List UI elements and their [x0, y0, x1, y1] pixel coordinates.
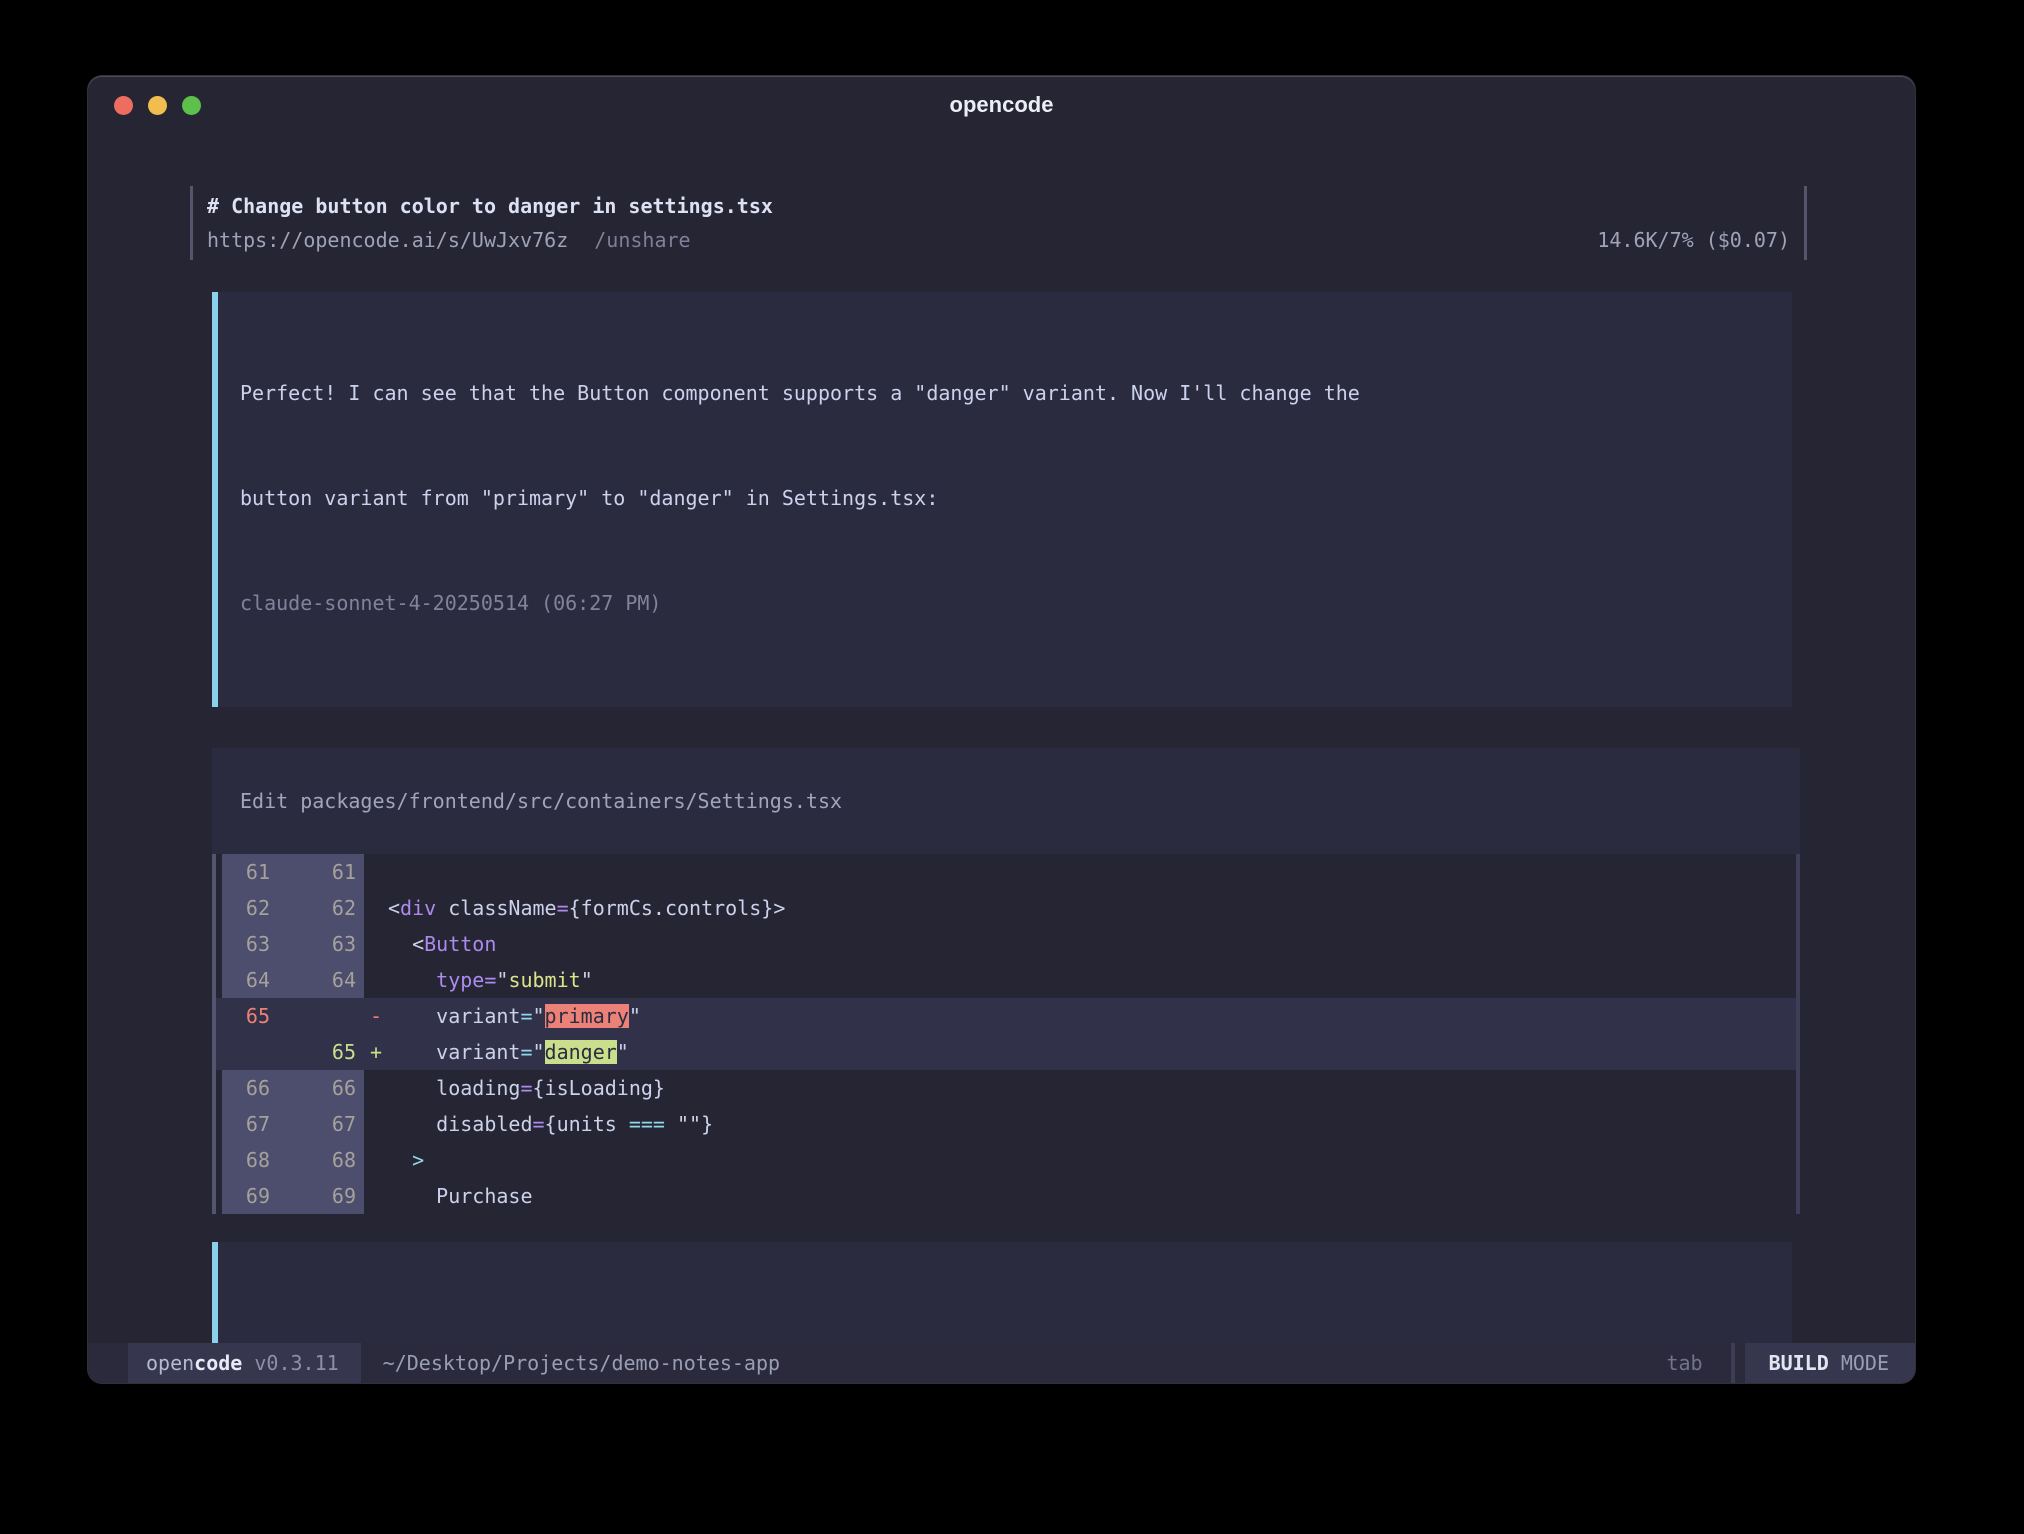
token-usage-indicator: 14.6K/7% ($0.07)	[1597, 223, 1790, 257]
message-text-line: Perfect! I can see that the Button compo…	[240, 376, 1774, 411]
model-timestamp: claude-sonnet-4-20250514 (06:27 PM)	[240, 586, 1774, 621]
session-title: # Change button color to danger in setti…	[207, 189, 1790, 223]
session-header: # Change button color to danger in setti…	[190, 186, 1807, 260]
diff-row: 6969 Purchase	[212, 1178, 1796, 1214]
tab-key-hint: tab	[1666, 1343, 1702, 1383]
diff-row: 65- variant="primary"	[212, 998, 1796, 1034]
diff-row: 6363 <Button	[212, 926, 1796, 962]
opencode-window: opencode # Change button color to danger…	[88, 76, 1915, 1383]
diff-row: 65+ variant="danger"	[212, 1034, 1796, 1070]
status-bar: opencode v0.3.11 ~/Desktop/Projects/demo…	[88, 1343, 1915, 1383]
titlebar: opencode	[88, 76, 1915, 134]
working-directory: ~/Desktop/Projects/demo-notes-app	[383, 1343, 780, 1383]
app-version: v0.3.11	[242, 1351, 338, 1375]
build-mode-chip[interactable]: BUILD MODE	[1745, 1343, 1915, 1383]
mode-name: BUILD	[1769, 1351, 1829, 1375]
edit-tool-card: Edit packages/frontend/src/containers/Se…	[212, 748, 1800, 1214]
diff-row: 6161	[212, 854, 1796, 890]
mode-suffix: MODE	[1829, 1351, 1889, 1375]
diff-row: 6262<div className={formCs.controls}>	[212, 890, 1796, 926]
share-url-link[interactable]: https://opencode.ai/s/UwJxv76z	[207, 223, 568, 257]
diff-row: 6666 loading={isLoading}	[212, 1070, 1796, 1106]
message-text-line: button variant from "primary" to "danger…	[240, 481, 1774, 516]
edit-file-path: Edit packages/frontend/src/containers/Se…	[212, 748, 1800, 854]
statusbar-divider	[1731, 1343, 1735, 1383]
unshare-command[interactable]: /unshare	[594, 223, 690, 257]
brand-code: code	[194, 1351, 242, 1375]
diff-row: 6464 type="submit"	[212, 962, 1796, 998]
diff-row: 6868 >	[212, 1142, 1796, 1178]
diff-view: 61616262<div className={formCs.controls}…	[212, 854, 1800, 1214]
diff-row: 6767 disabled={units === ""}	[212, 1106, 1796, 1142]
app-version-chip: opencode v0.3.11	[128, 1343, 361, 1383]
window-title: opencode	[88, 76, 1915, 134]
brand-open: open	[146, 1351, 194, 1375]
assistant-message-1: Perfect! I can see that the Button compo…	[212, 292, 1792, 707]
